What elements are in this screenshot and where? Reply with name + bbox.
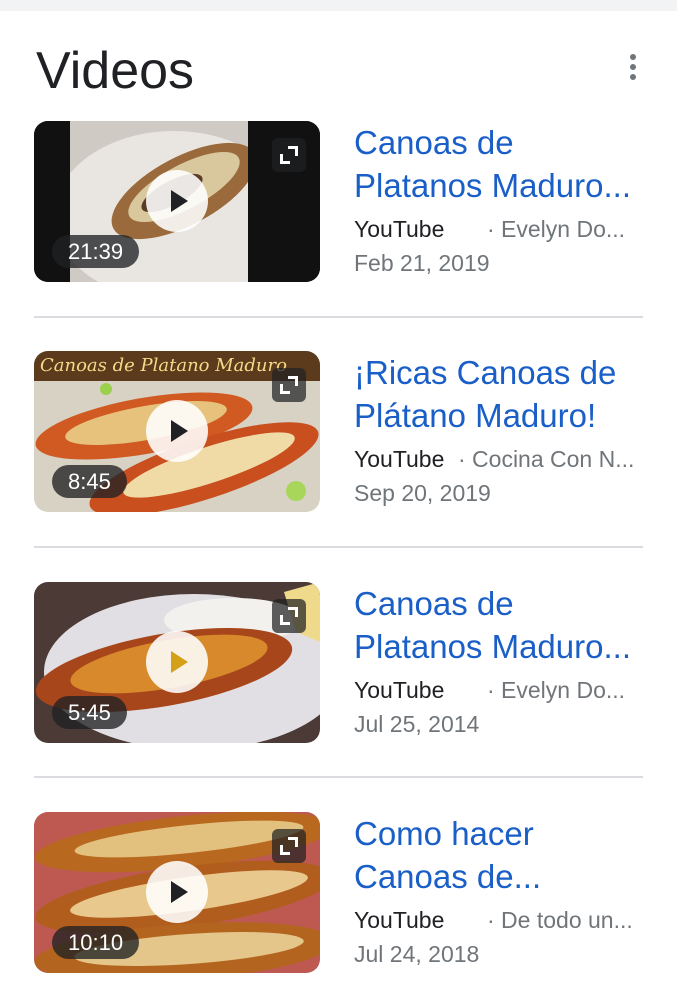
video-meta: YouTube · Evelyn Do... (354, 674, 643, 707)
video-title-link[interactable]: ¡Ricas Canoas de Plátano Maduro! (354, 351, 643, 437)
video-source: YouTube (354, 907, 445, 933)
video-date: Sep 20, 2019 (354, 480, 491, 506)
section-title: Videos (36, 42, 195, 100)
video-duration: 8:45 (52, 465, 127, 498)
play-button[interactable] (146, 170, 208, 232)
video-duration: 5:45 (52, 696, 127, 729)
video-channel: · De todo un... (487, 907, 633, 933)
video-title-link[interactable]: Canoas de Platanos Maduro... (354, 582, 643, 668)
video-title-link[interactable]: Como hacer Canoas de... (354, 812, 643, 898)
video-meta: YouTube · De todo un... (354, 904, 643, 937)
play-button[interactable] (146, 861, 208, 923)
video-date: Feb 21, 2019 (354, 250, 490, 276)
video-source: YouTube (354, 216, 445, 242)
divider (34, 316, 643, 318)
divider (34, 546, 643, 548)
expand-icon[interactable] (272, 829, 306, 863)
video-meta: YouTube · Evelyn Do... (354, 213, 643, 246)
video-item-3[interactable]: 5:45 Canoas de Platanos Maduro... YouTub… (34, 582, 643, 778)
videos-header: Videos (36, 38, 647, 108)
play-button[interactable] (146, 400, 208, 462)
play-icon (171, 420, 188, 442)
top-strip (0, 0, 677, 11)
expand-icon[interactable] (272, 368, 306, 402)
thumbnail-caption: Canoas de Platano Maduro (40, 355, 287, 376)
video-item-2[interactable]: Canoas de Platano Maduro 8:45 ¡Ricas Can… (34, 351, 643, 547)
video-info: Como hacer Canoas de... YouTube · De tod… (354, 812, 643, 971)
play-icon (171, 651, 188, 673)
video-source: YouTube (354, 677, 445, 703)
video-duration: 10:10 (52, 926, 140, 959)
video-duration: 21:39 (52, 235, 140, 268)
video-channel: · Evelyn Do... (487, 216, 626, 242)
video-title-link[interactable]: Canoas de Platanos Maduro... (354, 121, 643, 207)
play-icon (171, 881, 188, 903)
video-thumbnail[interactable]: 21:39 (34, 121, 320, 282)
play-icon (171, 190, 188, 212)
divider (34, 776, 643, 778)
video-item-1[interactable]: 21:39 Canoas de Platanos Maduro... YouTu… (34, 121, 643, 317)
play-button[interactable] (146, 631, 208, 693)
video-date: Jul 24, 2018 (354, 941, 480, 967)
video-thumbnail[interactable]: 10:10 (34, 812, 320, 973)
expand-icon[interactable] (272, 599, 306, 633)
video-meta: YouTube · Cocina Con N... (354, 443, 643, 476)
video-info: ¡Ricas Canoas de Plátano Maduro! YouTube… (354, 351, 643, 510)
more-vert-icon[interactable] (625, 54, 641, 84)
video-channel: · Evelyn Do... (487, 677, 626, 703)
video-thumbnail[interactable]: Canoas de Platano Maduro 8:45 (34, 351, 320, 512)
video-channel: · Cocina Con N... (458, 446, 635, 472)
video-info: Canoas de Platanos Maduro... YouTube · E… (354, 582, 643, 741)
video-date: Jul 25, 2014 (354, 711, 480, 737)
video-item-4[interactable]: 10:10 Como hacer Canoas de... YouTube · … (34, 812, 643, 1008)
video-thumbnail[interactable]: 5:45 (34, 582, 320, 743)
video-info: Canoas de Platanos Maduro... YouTube · E… (354, 121, 643, 280)
expand-icon[interactable] (272, 138, 306, 172)
video-source: YouTube (354, 446, 445, 472)
